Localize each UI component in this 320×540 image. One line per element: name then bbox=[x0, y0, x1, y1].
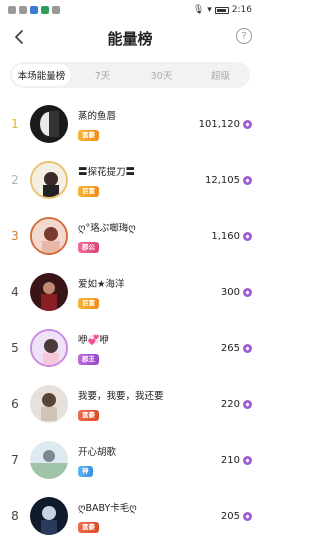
tab-current-session[interactable]: 本场能量榜 bbox=[12, 64, 71, 86]
rank-number: 5 bbox=[11, 341, 19, 355]
diamond-coin-icon bbox=[243, 343, 252, 353]
list-item[interactable]: 2 〓探花提刀〓 巨富 12,105 bbox=[0, 152, 260, 208]
tab-7-days[interactable]: 7天 bbox=[73, 62, 132, 88]
level-badge: 巨富 bbox=[78, 186, 99, 197]
energy-value: 205 bbox=[220, 510, 240, 522]
avatar[interactable] bbox=[30, 497, 68, 535]
rank-number: 8 bbox=[11, 509, 19, 523]
avatar[interactable] bbox=[30, 105, 68, 143]
energy-value: 220 bbox=[220, 398, 240, 410]
user-name: 咿💞咿 bbox=[78, 335, 109, 346]
avatar[interactable] bbox=[30, 441, 68, 479]
level-badge: 富豪 bbox=[78, 130, 99, 141]
list-item[interactable]: 4 爱如★海洋 巨富 300 bbox=[0, 264, 260, 320]
energy-value: 101,120 bbox=[198, 118, 240, 130]
header: 能量榜 ? bbox=[0, 22, 260, 54]
user-name: 我要，我要，我还要 bbox=[78, 391, 164, 402]
avatar[interactable] bbox=[30, 329, 68, 367]
energy-value: 265 bbox=[220, 342, 240, 354]
help-button[interactable]: ? bbox=[236, 28, 252, 44]
level-badge: 巨富 bbox=[78, 298, 99, 309]
notification-icons bbox=[8, 6, 60, 14]
user-name: 〓探花提刀〓 bbox=[78, 167, 136, 178]
list-item[interactable]: 7 开心胡歌 神 210 bbox=[0, 432, 260, 488]
diamond-coin-icon bbox=[243, 175, 252, 185]
message-icon bbox=[52, 6, 60, 14]
diamond-coin-icon bbox=[243, 231, 252, 241]
user-name: 开心胡歌 bbox=[78, 447, 117, 458]
avatar[interactable] bbox=[30, 217, 68, 255]
chevron-left-icon bbox=[15, 30, 23, 44]
rank-number: 6 bbox=[11, 397, 19, 411]
battery-icon bbox=[214, 6, 229, 14]
user-name: 蒸的鱼唇 bbox=[78, 111, 117, 122]
energy-value: 12,105 bbox=[205, 174, 240, 186]
list-item[interactable]: 5 咿💞咿 郡王 265 bbox=[0, 320, 260, 376]
tab-super[interactable]: 超级 bbox=[191, 62, 250, 88]
page-title: 能量榜 bbox=[107, 29, 153, 48]
back-button[interactable] bbox=[8, 26, 30, 48]
tab-30-days[interactable]: 30天 bbox=[132, 62, 191, 88]
diamond-coin-icon bbox=[243, 455, 252, 465]
system-icons: 🎙 ▾ 2:16 bbox=[193, 5, 252, 15]
clock: 2:16 bbox=[231, 5, 252, 15]
diamond-coin-icon bbox=[243, 119, 252, 129]
rank-number: 2 bbox=[11, 173, 19, 187]
app-notification-icon bbox=[19, 6, 27, 14]
app-notification-icon bbox=[8, 6, 16, 14]
rank-number: 4 bbox=[11, 285, 19, 299]
list-item[interactable]: 1 蒸的鱼唇 富豪 101,120 bbox=[0, 96, 260, 152]
app-notification-icon bbox=[41, 6, 49, 14]
list-item[interactable]: 3 ღ°珞ぷ啣珻ღ 郡公 1,160 bbox=[0, 208, 260, 264]
rank-number: 3 bbox=[11, 229, 19, 243]
level-badge: 富豪 bbox=[78, 522, 99, 533]
energy-value: 300 bbox=[220, 286, 240, 298]
user-name: ღBABY卡毛ღ bbox=[78, 503, 137, 514]
level-badge: 神 bbox=[78, 466, 93, 477]
energy-value: 210 bbox=[220, 454, 240, 466]
rank-number: 7 bbox=[11, 453, 19, 467]
wifi-icon: ▾ bbox=[207, 5, 212, 15]
app-notification-icon bbox=[30, 6, 38, 14]
user-name: 爱如★海洋 bbox=[78, 279, 125, 290]
energy-value: 1,160 bbox=[211, 230, 240, 242]
diamond-coin-icon bbox=[243, 511, 252, 521]
rank-number: 1 bbox=[11, 117, 19, 131]
level-badge: 富豪 bbox=[78, 410, 99, 421]
level-badge: 郡王 bbox=[78, 354, 99, 365]
level-badge: 郡公 bbox=[78, 242, 99, 253]
list-item[interactable]: 8 ღBABY卡毛ღ 富豪 205 bbox=[0, 488, 260, 540]
avatar[interactable] bbox=[30, 385, 68, 423]
list-item[interactable]: 6 我要，我要，我还要 富豪 220 bbox=[0, 376, 260, 432]
diamond-coin-icon bbox=[243, 287, 252, 297]
user-name: ღ°珞ぷ啣珻ღ bbox=[78, 223, 136, 234]
avatar[interactable] bbox=[30, 161, 68, 199]
mic-icon: 🎙 bbox=[192, 5, 205, 15]
period-tabs: 本场能量榜 7天 30天 超级 bbox=[10, 62, 250, 88]
status-bar: 🎙 ▾ 2:16 bbox=[0, 0, 260, 20]
diamond-coin-icon bbox=[243, 399, 252, 409]
question-icon: ? bbox=[241, 30, 247, 42]
avatar[interactable] bbox=[30, 273, 68, 311]
